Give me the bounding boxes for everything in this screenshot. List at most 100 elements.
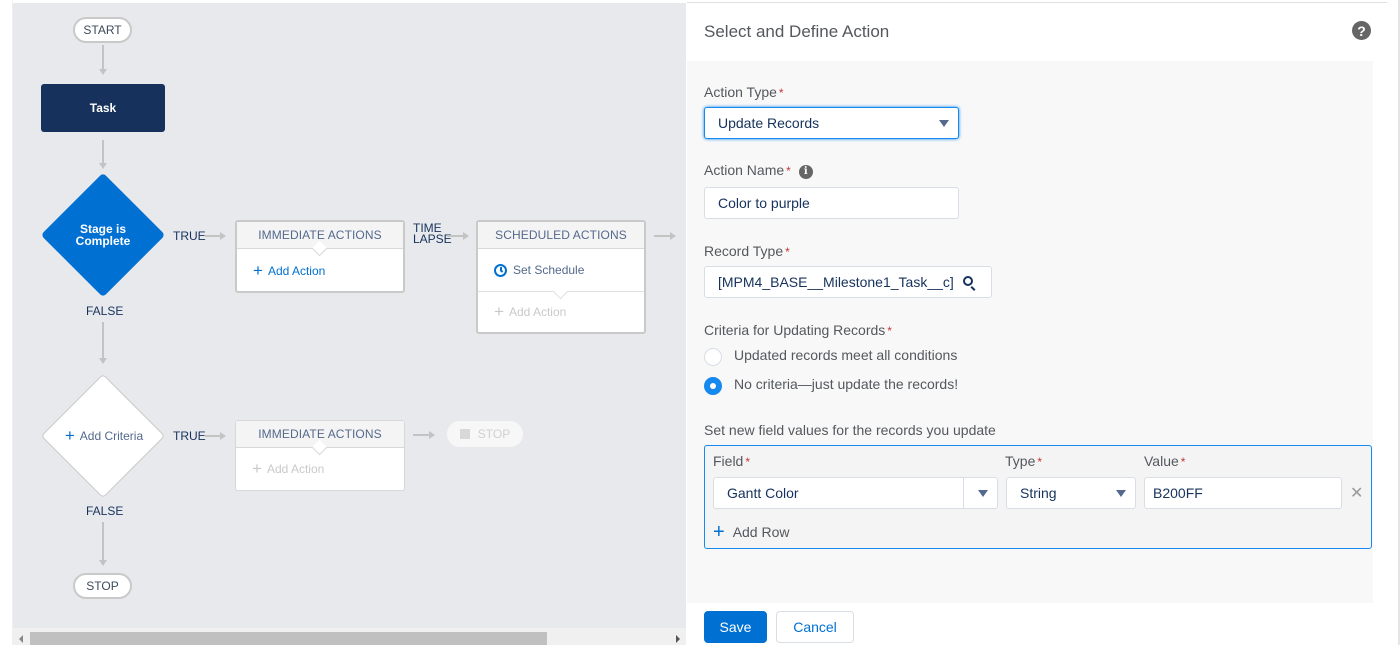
- save-button[interactable]: Save: [704, 611, 767, 643]
- object-node-task[interactable]: Task: [41, 84, 165, 132]
- action-type-select[interactable]: Update Records: [704, 107, 959, 139]
- panel-title: Select and Define Action: [704, 22, 890, 41]
- value-input[interactable]: B200FF: [1144, 477, 1342, 509]
- true-label: TRUE: [173, 229, 206, 243]
- left-gutter: [0, 0, 13, 645]
- arrow-down-icon: [99, 560, 107, 566]
- required-marker: *: [1037, 455, 1043, 469]
- radio-no-criteria-label[interactable]: No criteria—just update the records!: [734, 376, 958, 392]
- scroll-left-icon[interactable]: [19, 635, 23, 643]
- plus-icon: +: [713, 521, 725, 543]
- action-type-label: Action Type *: [704, 84, 784, 100]
- record-type-label: Record Type *: [704, 243, 790, 259]
- scheduled-add-action-button: + Add Action: [478, 291, 644, 332]
- record-type-label-text: Record Type: [704, 243, 784, 259]
- immediate-actions-box-2: IMMEDIATE ACTIONS + Add Action: [235, 420, 405, 491]
- arrow-down-icon: [99, 163, 107, 169]
- type-select[interactable]: String: [1006, 477, 1136, 509]
- process-canvas: START Task Stage is Complete TRUE IMMEDI…: [13, 3, 686, 645]
- connector: [205, 435, 220, 437]
- value-input-value: B200FF: [1153, 485, 1203, 501]
- required-marker: *: [887, 324, 892, 338]
- connector: [102, 140, 104, 164]
- connector: [447, 235, 463, 237]
- field-values-label: Set new field values for the records you…: [704, 422, 996, 438]
- stop-node: STOP: [73, 573, 132, 599]
- arrow-down-icon: [99, 358, 107, 364]
- connector: [102, 522, 104, 561]
- remove-row-icon[interactable]: ✕: [1350, 483, 1363, 503]
- chevron-down-icon: [1116, 490, 1126, 497]
- arrow-right-icon: [429, 431, 435, 439]
- field-column-text: Field: [713, 453, 744, 469]
- info-icon[interactable]: i: [798, 164, 813, 179]
- add-action-label: Add Action: [266, 462, 325, 476]
- field-column-label: Field *: [713, 453, 750, 469]
- connector: [654, 235, 670, 237]
- criteria-label: Criteria for Updating Records *: [704, 322, 892, 338]
- arrow-right-icon: [463, 232, 469, 240]
- type-select-value: String: [1020, 485, 1057, 501]
- scheduled-actions-header: SCHEDULED ACTIONS: [478, 222, 644, 249]
- scroll-right-icon[interactable]: [676, 635, 680, 643]
- radio-meet-conditions[interactable]: [704, 348, 722, 366]
- record-type-lookup[interactable]: [MPM4_BASE__Milestone1_Task__c]: [704, 266, 992, 298]
- arrow-right-icon: [220, 432, 226, 440]
- value-column-text: Value: [1144, 453, 1179, 469]
- set-schedule-label: Set Schedule: [513, 263, 585, 277]
- radio-no-criteria[interactable]: [704, 377, 722, 395]
- stop-square-icon: [459, 429, 470, 439]
- plus-icon: +: [64, 426, 75, 445]
- record-type-value: [MPM4_BASE__Milestone1_Task__c]: [718, 274, 954, 290]
- help-icon[interactable]: ?: [1352, 21, 1371, 40]
- time-lapse-line2: LAPSE: [413, 232, 452, 246]
- scrollbar-thumb[interactable]: [30, 632, 547, 645]
- type-column-text: Type: [1005, 453, 1036, 469]
- add-action-label: Add Action: [267, 264, 326, 278]
- select-divider: [963, 478, 964, 508]
- stop-label: STOP: [477, 427, 511, 441]
- required-marker: *: [786, 164, 791, 178]
- action-name-label: Action Name * i: [704, 162, 813, 179]
- required-marker: *: [785, 245, 790, 259]
- arrow-down-icon: [99, 69, 107, 75]
- connector: [413, 434, 429, 436]
- false-label: FALSE: [86, 504, 124, 518]
- immediate-actions-box: IMMEDIATE ACTIONS + Add Action: [235, 220, 405, 293]
- add-row-button[interactable]: + Add Row: [713, 521, 790, 543]
- scheduled-actions-box: SCHEDULED ACTIONS Set Schedule + Add Act…: [476, 220, 646, 334]
- field-select-value: Gantt Color: [727, 485, 799, 501]
- criteria-label-line2: Complete: [75, 234, 131, 248]
- add-action-label: Add Action: [508, 305, 567, 319]
- action-panel: Select and Define Action ? Action Type * …: [687, 3, 1387, 645]
- value-column-label: Value *: [1144, 453, 1185, 469]
- chevron-down-icon: [939, 120, 949, 127]
- chevron-down-icon: [978, 490, 988, 497]
- immediate-actions-header: IMMEDIATE ACTIONS: [236, 421, 404, 448]
- arrow-right-icon: [670, 232, 676, 240]
- action-type-label-text: Action Type: [704, 84, 777, 100]
- required-marker: *: [1180, 455, 1186, 469]
- true-label: TRUE: [173, 429, 206, 443]
- stop-node-faded: STOP: [447, 421, 523, 447]
- add-criteria-label: Add Criteria: [79, 429, 144, 443]
- required-marker: *: [778, 86, 784, 100]
- task-label: Task: [89, 101, 117, 115]
- criteria-label: Stage is Complete: [63, 223, 143, 247]
- add-criteria-button[interactable]: + Add Criteria: [49, 426, 159, 445]
- cancel-button[interactable]: Cancel: [776, 611, 854, 643]
- clock-icon: [494, 263, 507, 277]
- field-select[interactable]: Gantt Color: [713, 477, 998, 509]
- horizontal-scrollbar[interactable]: [13, 628, 686, 645]
- search-icon[interactable]: [963, 276, 973, 286]
- action-name-input[interactable]: Color to purple: [704, 187, 959, 219]
- plus-icon: +: [253, 261, 263, 280]
- criteria-label-text: Criteria for Updating Records: [704, 322, 886, 338]
- connector: [205, 235, 220, 237]
- connector: [102, 322, 104, 359]
- plus-icon: +: [494, 302, 504, 321]
- required-marker: *: [745, 455, 751, 469]
- immediate-actions-header: IMMEDIATE ACTIONS: [237, 222, 403, 249]
- time-lapse-label: TIME LAPSE: [413, 222, 452, 246]
- radio-meet-conditions-label[interactable]: Updated records meet all conditions: [734, 347, 957, 363]
